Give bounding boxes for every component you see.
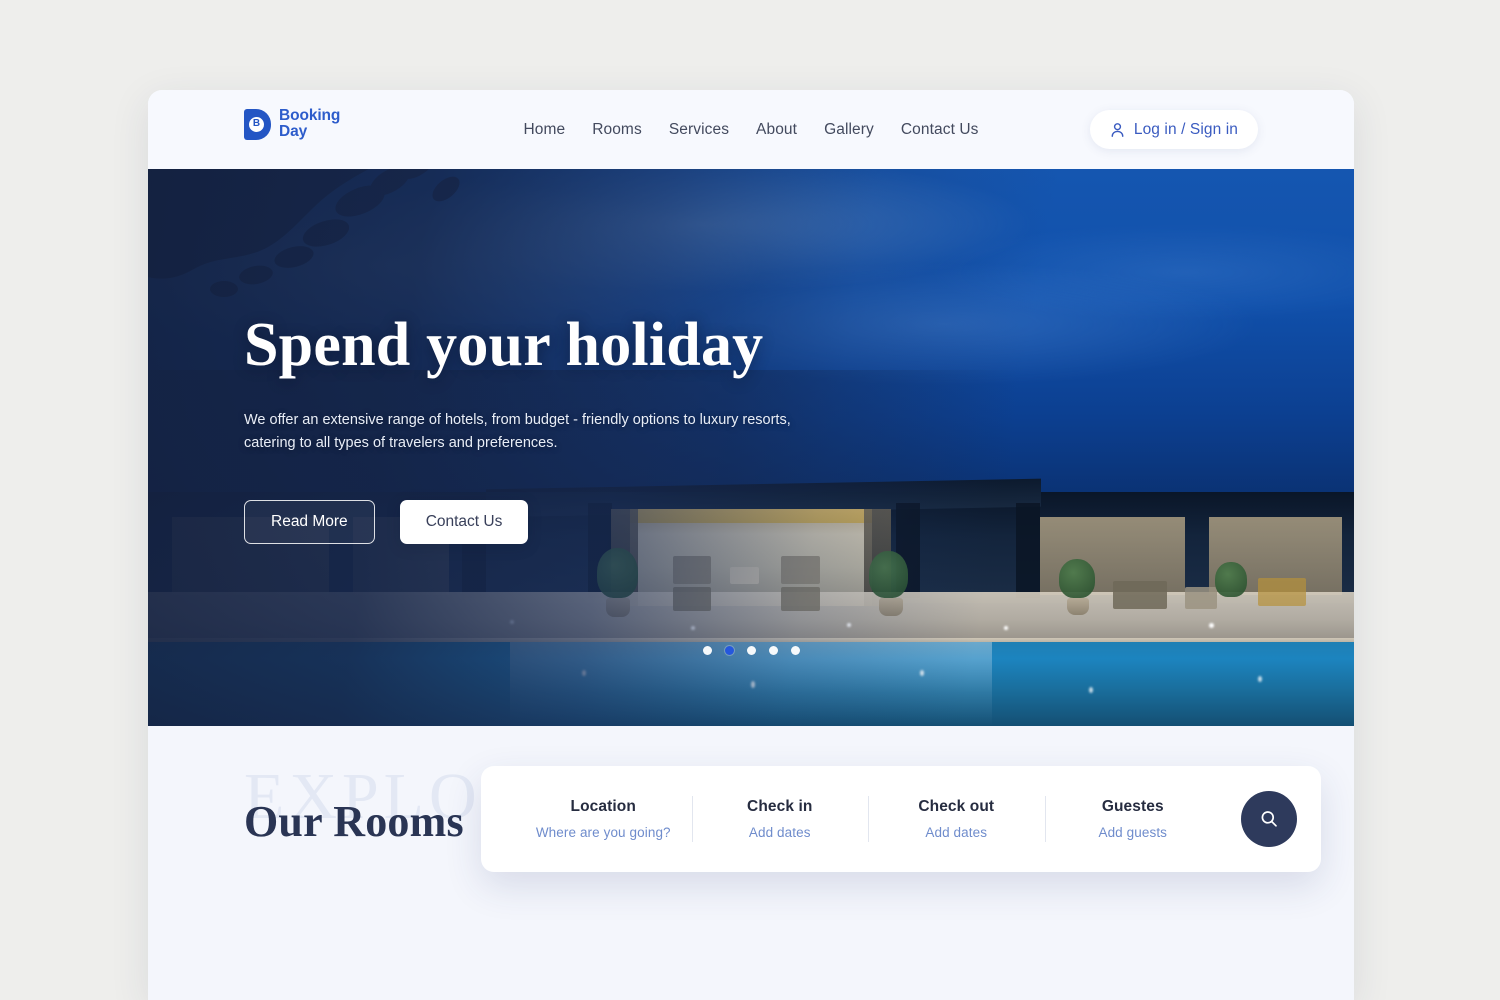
carousel-dot-2[interactable] <box>724 646 734 655</box>
search-booking-card: Location Where are you going? Check in A… <box>481 766 1321 872</box>
nav-item-contact-us[interactable]: Contact Us <box>901 121 979 139</box>
page-background: B Booking Day Home Rooms Services About … <box>0 0 1500 1000</box>
carousel-dot-5[interactable] <box>790 646 800 655</box>
login-signin-button[interactable]: Log in / Sign in <box>1089 110 1258 149</box>
carousel-dot-1[interactable] <box>702 646 712 655</box>
carousel-dot-4[interactable] <box>768 646 778 655</box>
nav-item-services[interactable]: Services <box>669 121 729 139</box>
search-label-location: Location <box>570 798 636 815</box>
carousel-dots <box>148 646 1354 655</box>
site-page-card: B Booking Day Home Rooms Services About … <box>148 90 1354 1000</box>
hero-title: Spend your holiday <box>244 311 764 379</box>
search-field-guests[interactable]: Guestes Add guests <box>1045 798 1222 840</box>
search-label-check-out: Check out <box>918 798 995 815</box>
hero-actions: Read More Contact Us <box>244 499 1004 544</box>
search-value-guests: Add guests <box>1098 825 1168 840</box>
person-icon <box>1111 122 1124 137</box>
nav-item-gallery[interactable]: Gallery <box>824 121 874 139</box>
our-rooms-title: Our Rooms <box>244 797 464 846</box>
search-value-check-in: Add dates <box>748 825 811 840</box>
hero-subtitle: We offer an extensive range of hotels, f… <box>244 412 791 452</box>
hero-content: Spend your holiday We offer an extensive… <box>244 169 1004 544</box>
search-label-guests: Guestes <box>1101 798 1164 815</box>
search-label-check-in: Check in <box>747 798 813 815</box>
search-value-location: Where are you going? <box>535 825 671 840</box>
carousel-dot-3[interactable] <box>746 646 756 655</box>
login-signin-label: Log in / Sign in <box>1133 120 1238 138</box>
read-more-button[interactable]: Read More <box>244 499 375 544</box>
search-submit-button[interactable] <box>1241 791 1297 847</box>
nav-item-rooms[interactable]: Rooms <box>592 121 642 139</box>
nav-item-about[interactable]: About <box>756 121 797 139</box>
search-icon <box>1261 811 1277 827</box>
search-field-check-out[interactable]: Check out Add dates <box>868 798 1045 840</box>
site-header: B Booking Day Home Rooms Services About … <box>148 90 1354 169</box>
hero-banner: Spend your holiday We offer an extensive… <box>148 169 1354 726</box>
search-value-check-out: Add dates <box>925 825 988 840</box>
search-field-location[interactable]: Location Where are you going? <box>515 798 692 840</box>
nav-item-home[interactable]: Home <box>523 121 565 139</box>
search-field-check-in[interactable]: Check in Add dates <box>692 798 869 840</box>
contact-us-button[interactable]: Contact Us <box>399 499 529 544</box>
